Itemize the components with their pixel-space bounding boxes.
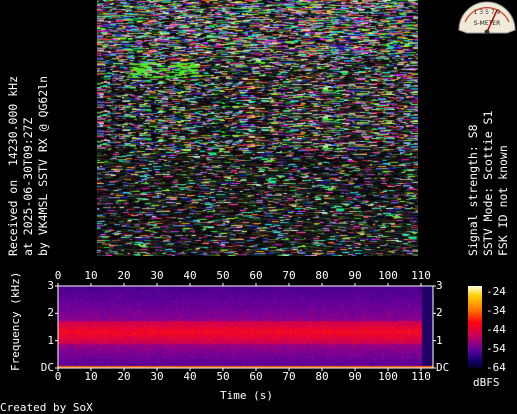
y-tick-right: 1 bbox=[436, 333, 443, 347]
x-tick-top: 40 bbox=[183, 269, 197, 282]
x-tick-bottom: 0 bbox=[54, 370, 62, 383]
y-tick-left: 3 bbox=[47, 279, 54, 292]
x-tick-bottom: 30 bbox=[150, 370, 164, 383]
x-tick-bottom: 60 bbox=[249, 370, 263, 383]
spectrogram-axes bbox=[55, 283, 436, 371]
x-tick-bottom: 40 bbox=[183, 370, 197, 383]
x-tick-top: 50 bbox=[216, 269, 230, 282]
x-tick-top: 0 bbox=[54, 269, 62, 282]
x-tick-bottom: 80 bbox=[315, 370, 329, 383]
x-tick-top: 110 bbox=[411, 269, 431, 282]
colorbar-tick: -24 bbox=[486, 285, 506, 298]
colorbar-tick: -64 bbox=[486, 361, 506, 374]
x-tick-top: 30 bbox=[150, 269, 164, 282]
y-tick-right: 2 bbox=[436, 306, 443, 320]
y-tick-right: DC bbox=[436, 361, 450, 374]
x-tick-bottom: 110 bbox=[411, 370, 431, 383]
y-tick-right: 3 bbox=[436, 279, 443, 292]
y-axis-title: Frequency (kHz) bbox=[9, 271, 22, 371]
colorbar-unit: dBFS bbox=[473, 376, 500, 389]
colorbar-tick: -54 bbox=[486, 342, 506, 355]
x-tick-bottom: 70 bbox=[282, 370, 296, 383]
x-tick-top: 80 bbox=[315, 269, 329, 282]
x-tick-top: 20 bbox=[117, 269, 131, 282]
x-tick-bottom: 20 bbox=[117, 370, 131, 383]
x-tick-top: 70 bbox=[282, 269, 296, 282]
colorbar-tick: -44 bbox=[486, 323, 506, 336]
x-axis-title: Time (s) bbox=[220, 389, 273, 402]
x-tick-top: 60 bbox=[249, 269, 263, 282]
y-tick-left: DC bbox=[40, 361, 54, 374]
x-tick-bottom: 10 bbox=[84, 370, 98, 383]
x-tick-top: 100 bbox=[378, 269, 398, 282]
x-tick-bottom: 50 bbox=[216, 370, 230, 383]
y-tick-left: 1 bbox=[47, 333, 54, 347]
y-tick-left: 2 bbox=[47, 306, 54, 320]
x-tick-top: 10 bbox=[84, 269, 98, 282]
x-tick-bottom: 90 bbox=[348, 370, 362, 383]
colorbar bbox=[468, 286, 482, 368]
credit-text: Created by SoX bbox=[0, 401, 93, 414]
x-tick-bottom: 100 bbox=[378, 370, 398, 383]
colorbar-tick: -34 bbox=[486, 304, 506, 317]
x-tick-top: 90 bbox=[348, 269, 362, 282]
